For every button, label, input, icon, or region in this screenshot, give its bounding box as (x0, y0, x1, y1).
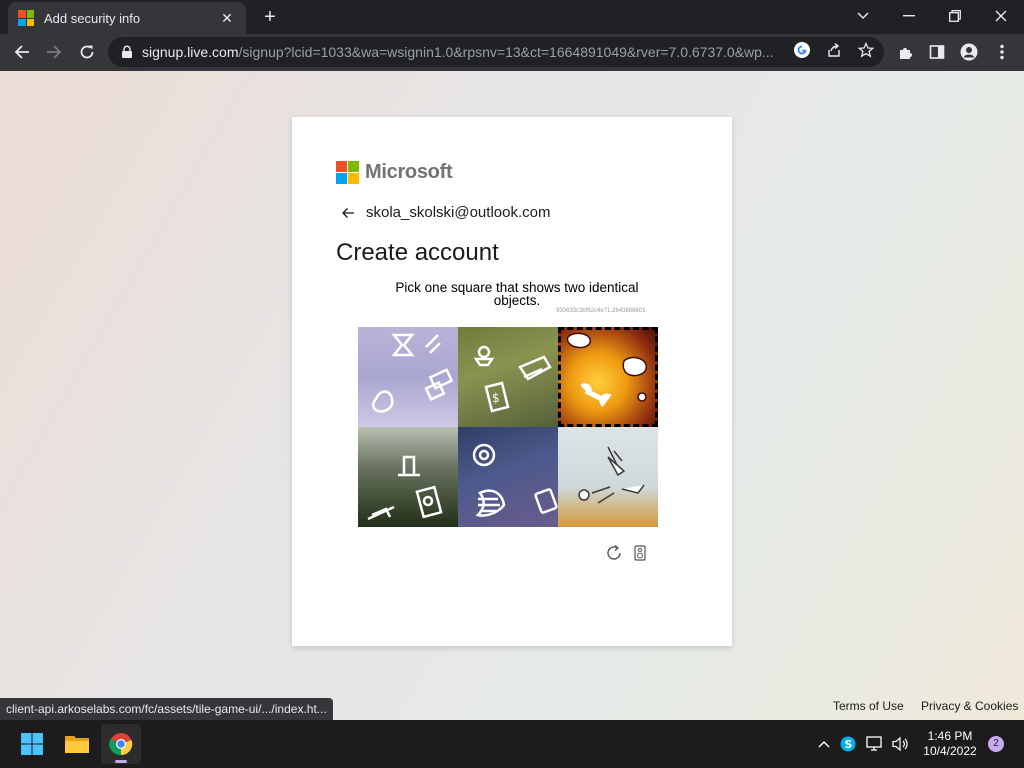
browser-toolbar: signup.live.com/signup?lcid=1033&wa=wsig… (0, 34, 1024, 71)
tile-5-objects-icon (472, 443, 558, 517)
reload-icon[interactable] (73, 38, 101, 66)
tile-6-objects-icon (578, 446, 645, 504)
captcha-tile-3[interactable] (558, 327, 658, 427)
profile-avatar-icon[interactable] (955, 38, 983, 66)
lock-icon[interactable] (120, 45, 134, 59)
captcha-tile-5[interactable] (458, 427, 558, 527)
identity-banner: skola_skolski@outlook.com (340, 204, 550, 221)
terms-of-use-link[interactable]: Terms of Use (833, 699, 904, 713)
tab-title: Add security info (44, 10, 141, 26)
close-window-button[interactable] (978, 0, 1024, 32)
privacy-cookies-link[interactable]: Privacy & Cookies (921, 699, 1018, 713)
bookmark-star-icon[interactable] (855, 39, 877, 61)
captcha-tile-1[interactable] (358, 327, 458, 427)
captcha-tile-grid: $ (358, 327, 658, 527)
status-bubble: client-api.arkoselabs.com/fc/assets/tile… (0, 698, 333, 720)
taskbar: S 1:46 PM 10/4/2022 2 (0, 720, 1024, 768)
brand-name: Microsoft (365, 161, 453, 183)
clock-date: 10/4/2022 (923, 744, 977, 758)
refresh-challenge-icon[interactable] (605, 544, 623, 562)
signup-card: Microsoft skola_skolski@outlook.com Crea… (292, 117, 732, 646)
clock-time: 1:46 PM (927, 729, 973, 743)
file-explorer-icon[interactable] (57, 724, 97, 764)
new-tab-button[interactable]: + (258, 6, 282, 28)
svg-text:S: S (845, 738, 853, 751)
tile-3-objects-icon (566, 332, 647, 407)
menu-kebab-icon[interactable] (988, 38, 1016, 66)
restore-button[interactable] (932, 0, 978, 32)
share-icon[interactable] (823, 39, 845, 61)
volume-icon[interactable] (890, 734, 912, 754)
notification-badge[interactable]: 2 (988, 736, 1004, 752)
tab-search-chevron-icon[interactable] (840, 0, 886, 32)
tile-1-objects-icon (372, 333, 454, 413)
svg-text:$: $ (492, 391, 500, 405)
extensions-icon[interactable] (892, 38, 920, 66)
captcha-tile-4[interactable] (358, 427, 458, 527)
back-arrow-icon[interactable] (340, 205, 356, 221)
show-hidden-icons-chevron-icon[interactable] (816, 734, 832, 754)
forward-icon[interactable] (40, 38, 68, 66)
microsoft-logo-icon (336, 161, 359, 184)
chrome-icon[interactable] (101, 724, 141, 764)
tab-strip: Add security info ✕ + (0, 0, 1024, 34)
active-app-indicator (115, 760, 127, 763)
captcha-tile-2[interactable]: $ (458, 327, 558, 427)
start-windows-icon[interactable] (12, 724, 52, 764)
minimize-button[interactable] (886, 0, 932, 32)
identity-email: skola_skolski@outlook.com (366, 204, 551, 221)
side-panel-icon[interactable] (923, 38, 951, 66)
address-bar[interactable]: signup.live.com/signup?lcid=1033&wa=wsig… (108, 37, 884, 67)
page-title: Create account (336, 239, 499, 266)
back-icon[interactable] (8, 38, 36, 66)
skype-icon[interactable]: S (838, 734, 858, 754)
microsoft-favicon-icon (18, 10, 34, 26)
microsoft-logo: Microsoft (336, 161, 453, 184)
tab-close-icon[interactable]: ✕ (218, 10, 236, 27)
captcha-instruction: Pick one square that shows two identical… (395, 280, 639, 308)
google-icon[interactable] (791, 39, 813, 61)
tile-2-objects-icon: $ (473, 345, 552, 413)
captcha-session-id: 930633c3bf62c4e71.2643868601 (556, 308, 646, 314)
browser-tab[interactable]: Add security info ✕ (8, 2, 246, 34)
url-text: signup.live.com/signup?lcid=1033&wa=wsig… (142, 44, 774, 60)
audio-challenge-icon[interactable] (634, 545, 646, 561)
page-viewport: Microsoft skola_skolski@outlook.com Crea… (0, 71, 1024, 720)
taskbar-clock[interactable]: 1:46 PM 10/4/2022 (916, 729, 984, 759)
network-monitor-icon[interactable] (864, 734, 886, 754)
tile-4-objects-icon (367, 455, 443, 521)
captcha-tile-6[interactable] (558, 427, 658, 527)
